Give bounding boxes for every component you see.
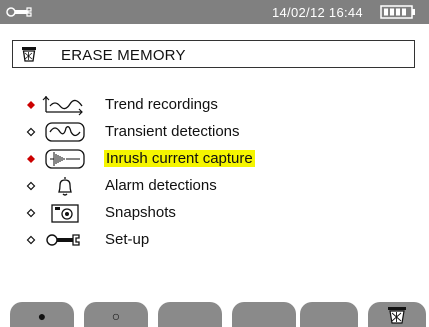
selected-bullet-icon [27,101,35,109]
softkey-erase[interactable] [368,302,426,327]
list-item-label: Transient detections [105,123,240,140]
list-item-label: Snapshots [105,204,176,221]
inrush-icon [45,149,85,169]
status-bar: 14/02/12 16:44 [0,0,429,24]
erase-bin-icon [22,47,36,62]
list-item-transient-detections[interactable]: Transient detections [0,119,429,145]
list-item-label: Set-up [105,231,150,248]
filled-circle-icon: ● [37,308,47,324]
list-item-label: Inrush current capture [104,150,255,167]
list-item-inrush-current-capture[interactable]: Inrush current capture [0,146,429,172]
softkey-deselect[interactable]: ○ [84,302,148,327]
list-item-alarm-detections[interactable]: Alarm detections [0,173,429,199]
softkey-5[interactable] [300,302,358,327]
selected-bullet-icon [27,155,35,163]
erase-bin-icon [388,307,406,324]
list-item-label: Trend recordings [105,96,218,113]
list-item-snapshots[interactable]: Snapshots [0,200,429,226]
softkey-bar: ● ○ [0,302,429,327]
camera-icon [51,204,79,223]
alarm-bell-icon [58,177,72,196]
list-item-label: Alarm detections [105,177,217,194]
unselected-bullet-icon [26,181,36,191]
wrench-icon [46,234,80,246]
wrench-icon [6,7,32,17]
softkey-4[interactable] [232,302,296,327]
trend-icon [42,96,83,116]
status-datetime: 14/02/12 16:44 [272,5,363,20]
unselected-bullet-icon [26,235,36,245]
softkey-3[interactable] [158,302,222,327]
empty-circle-icon: ○ [111,308,121,324]
unselected-bullet-icon [26,127,36,137]
transient-icon [45,122,85,142]
battery-icon [380,5,415,19]
unselected-bullet-icon [26,208,36,218]
page-title-box: ERASE MEMORY [12,40,415,68]
list-item-set-up[interactable]: Set-up [0,227,429,253]
page-title: ERASE MEMORY [61,47,186,64]
softkey-select[interactable]: ● [10,302,74,327]
list-item-trend-recordings[interactable]: Trend recordings [0,92,429,118]
